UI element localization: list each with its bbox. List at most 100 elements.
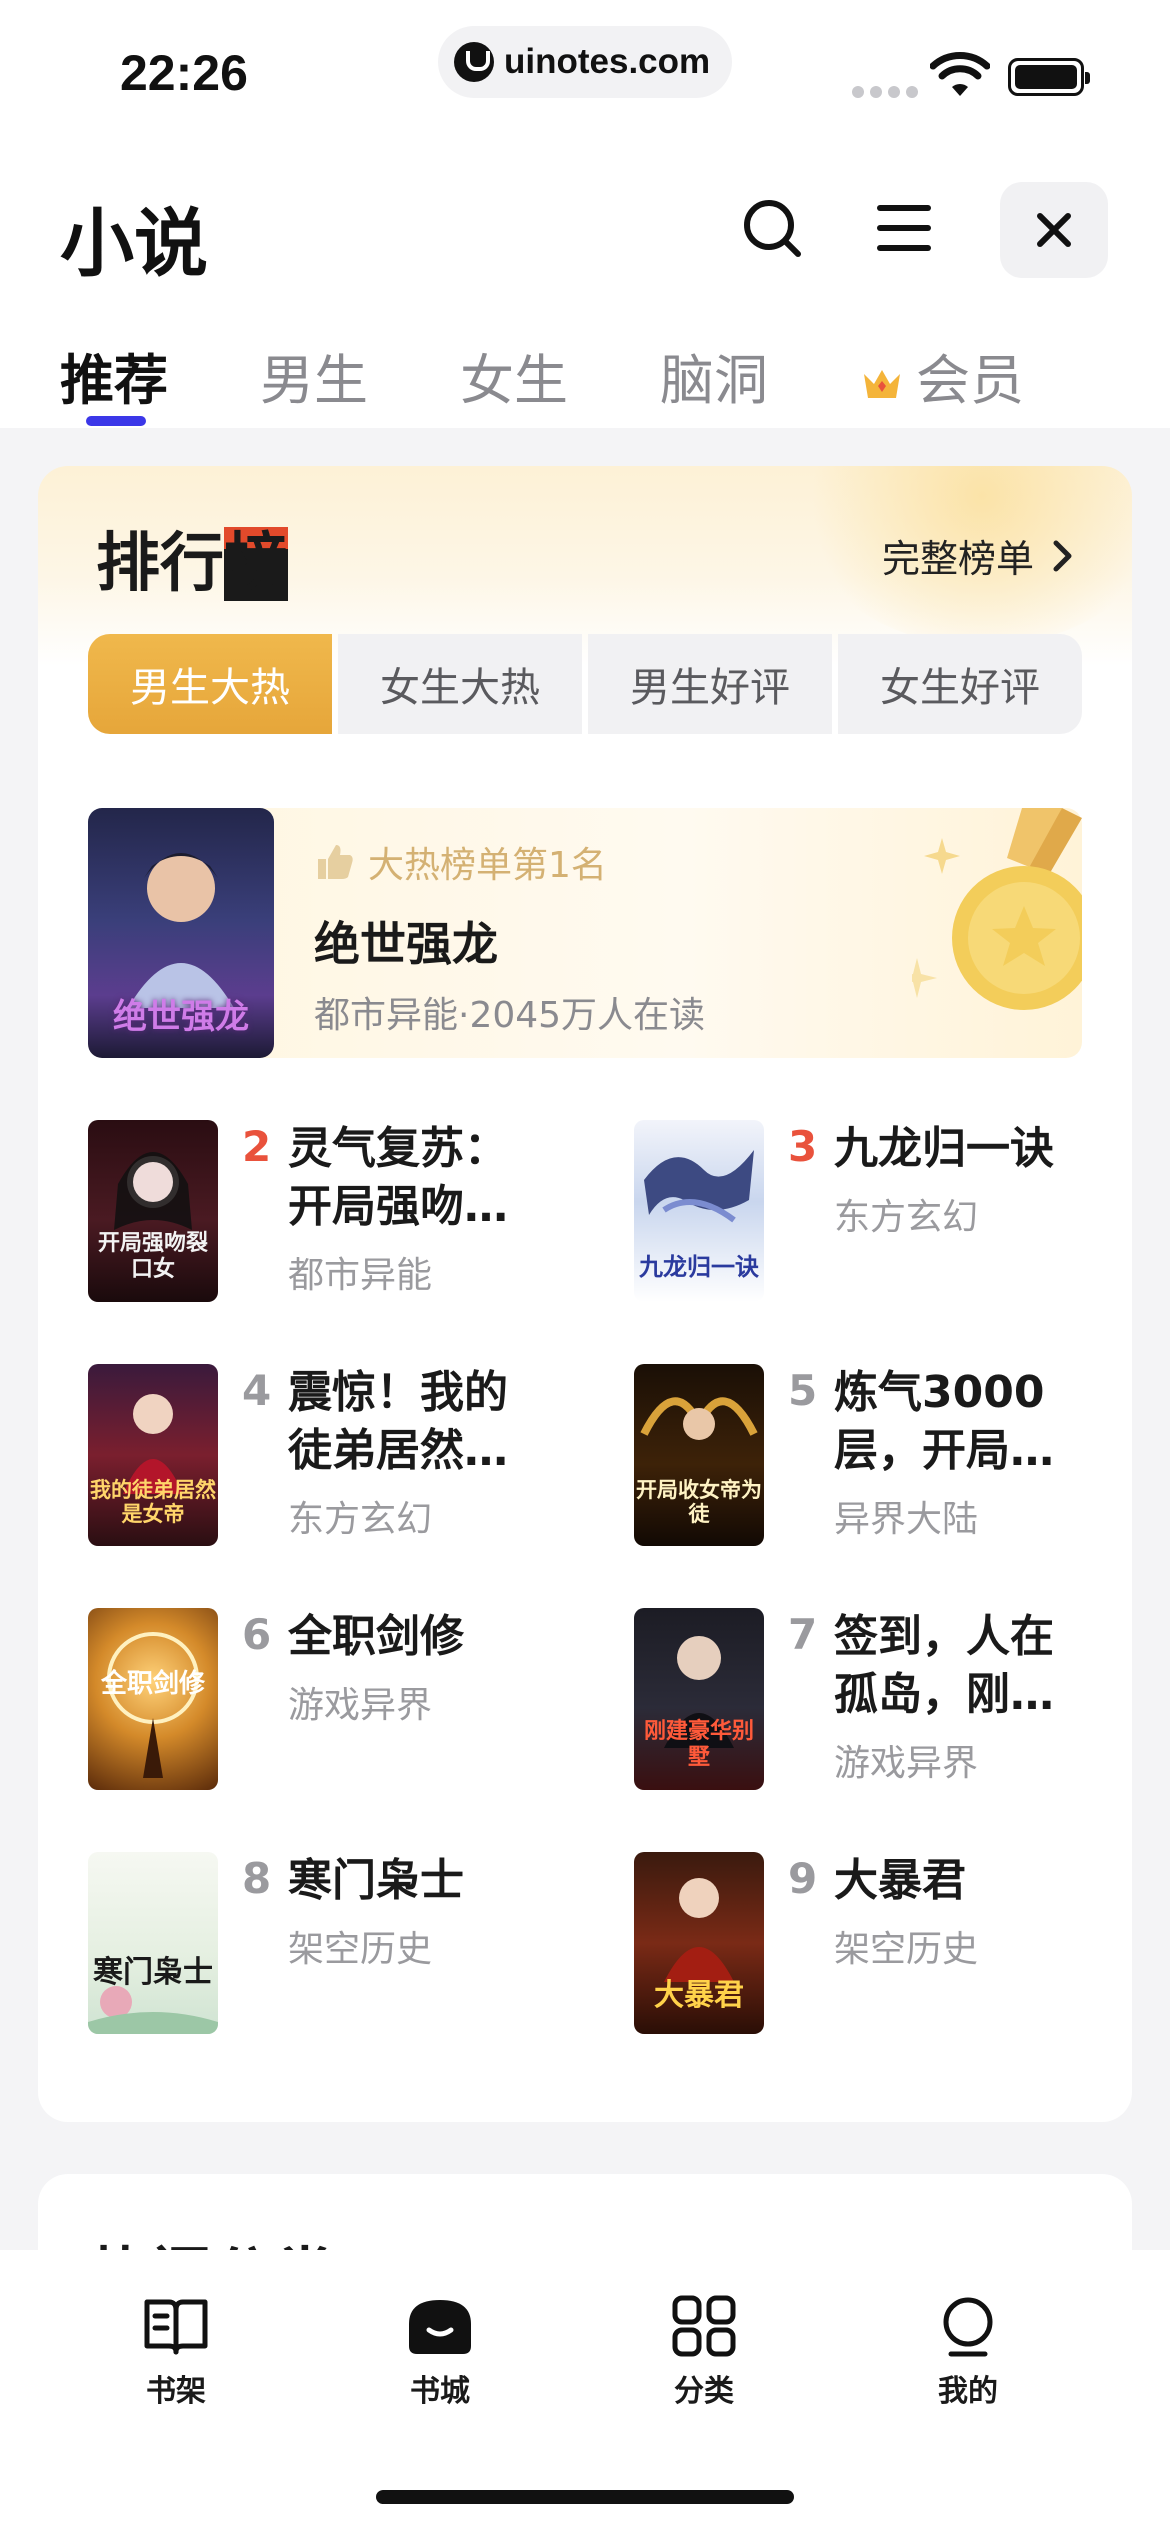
battery-icon	[1008, 58, 1090, 96]
status-time: 22:26	[120, 45, 248, 101]
tab-brainstorm[interactable]: 脑洞	[660, 336, 768, 415]
tab-indicator	[86, 416, 146, 426]
nav-label: 书城	[410, 2374, 470, 2409]
book-item-8[interactable]: 寒门枭士 8 寒门枭士 架空历史	[88, 1852, 588, 2042]
cover-title: 九龙归一诀	[639, 1252, 759, 1281]
top-book-meta: 都市异能·2045万人在读	[314, 995, 706, 1036]
book-item-6[interactable]: 全职剑修 6 全职剑修 游戏异界	[88, 1608, 588, 1798]
cover-title: 寒门枭士	[93, 1955, 213, 1990]
full-list-link[interactable]: 完整榜单	[882, 528, 1074, 583]
tab-recommend[interactable]: 推荐	[60, 336, 168, 415]
category-icon	[672, 2295, 736, 2357]
book-title: 灵气复苏：开局强吻…	[288, 1123, 508, 1232]
book-rank: 5	[788, 1366, 818, 1415]
chevron-right-icon	[1053, 540, 1072, 571]
bookshelf-icon	[144, 2299, 208, 2355]
tab-female[interactable]: 女生	[460, 336, 568, 415]
profile-icon	[943, 2297, 993, 2357]
close-button[interactable]	[1000, 182, 1108, 278]
cover-title: 我的徒弟居然是女帝	[90, 1477, 216, 1526]
book-rank: 3	[788, 1122, 818, 1171]
book-rank: 2	[242, 1122, 272, 1171]
full-list-label: 完整榜单	[881, 537, 1034, 581]
book-cover: 大暴君	[634, 1852, 764, 2034]
menu-icon[interactable]	[872, 196, 936, 260]
book-cover: 全职剑修	[88, 1608, 218, 1790]
tab-vip-label: 会员	[916, 349, 1024, 412]
thumbs-up-icon	[318, 845, 353, 879]
book-title: 全职剑修	[288, 1611, 464, 1662]
site-logo-icon	[454, 42, 494, 82]
cover-title: 开局收女帝为徒	[636, 1477, 762, 1526]
bookstore-icon	[409, 2300, 471, 2354]
url-text: uinotes.com	[504, 42, 711, 81]
book-cover: 刚建豪华别墅	[634, 1608, 764, 1790]
book-item-9[interactable]: 大暴君 9 大暴君 架空历史	[634, 1852, 1132, 2042]
cover-illustration	[88, 1986, 218, 2034]
ranking-title-accent: 榜	[224, 527, 288, 601]
book-genre: 架空历史	[288, 1929, 433, 1970]
ranking-title: 排行榜	[96, 527, 288, 601]
home-indicator	[376, 2490, 794, 2504]
nav-category[interactable]: 分类	[624, 2294, 784, 2410]
book-genre: 架空历史	[834, 1929, 979, 1970]
book-cover: 绝世强龙	[88, 808, 274, 1058]
book-title: 九龙归一诀	[834, 1123, 1054, 1174]
top-book-card[interactable]: 绝世强龙 大热榜单第1名 绝世强龙 都市异能·2045万人在读	[88, 808, 1082, 1058]
top-book-tag: 大热榜单第1名	[314, 836, 607, 888]
book-rank: 4	[242, 1366, 272, 1415]
book-cover: 我的徒弟居然是女帝	[88, 1364, 218, 1546]
book-item-7[interactable]: 刚建豪华别墅 7 签到，人在孤岛，刚… 游戏异界	[634, 1608, 1132, 1798]
url-pill[interactable]: uinotes.com	[438, 26, 732, 98]
cover-title: 绝世强龙	[113, 997, 249, 1037]
cover-title: 大暴君	[654, 1978, 744, 2013]
segment-female-hot[interactable]: 女生大热	[338, 634, 582, 734]
book-cover: 寒门枭士	[88, 1852, 218, 2034]
book-genre: 都市异能	[288, 1255, 433, 1296]
book-genre: 东方玄幻	[834, 1197, 979, 1238]
ranking-segments: 男生大热 女生大热 男生好评 女生好评	[88, 634, 1082, 734]
segment-female-rated[interactable]: 女生好评	[838, 634, 1082, 734]
cellular-signal-icon	[852, 86, 918, 98]
book-title: 大暴君	[834, 1855, 966, 1906]
book-title: 震惊！我的徒弟居然…	[288, 1367, 508, 1476]
book-genre: 东方玄幻	[288, 1499, 433, 1540]
book-item-2[interactable]: 开局强吻裂口女 2 灵气复苏：开局强吻… 都市异能	[88, 1120, 588, 1310]
gold-medal-icon	[912, 808, 1082, 1010]
book-cover: 九龙归一诀	[634, 1120, 764, 1302]
ranking-card: 排行榜 完整榜单 男生大热 女生大热 男生好评 女生好评 绝世强龙 大热榜单第1…	[38, 466, 1132, 2122]
book-genre: 游戏异界	[288, 1685, 433, 1726]
nav-label: 我的	[938, 2374, 998, 2409]
nav-label: 分类	[674, 2374, 734, 2409]
nav-profile[interactable]: 我的	[888, 2294, 1048, 2410]
segment-male-hot[interactable]: 男生大热	[88, 634, 332, 734]
book-rank: 8	[242, 1854, 272, 1903]
cover-title: 全职剑修	[100, 1669, 205, 1699]
book-item-3[interactable]: 九龙归一诀 3 九龙归一诀 东方玄幻	[634, 1120, 1132, 1310]
tab-male[interactable]: 男生	[260, 336, 368, 415]
book-item-5[interactable]: 开局收女帝为徒 5 炼气3000层，开局… 异界大陆	[634, 1364, 1132, 1554]
close-icon	[1037, 213, 1071, 247]
book-genre: 游戏异界	[834, 1743, 979, 1784]
top-book-title: 绝世强龙	[314, 917, 498, 971]
book-cover: 开局收女帝为徒	[634, 1364, 764, 1546]
search-icon[interactable]	[740, 196, 804, 260]
crown-icon	[864, 370, 900, 399]
book-title: 寒门枭士	[288, 1855, 464, 1906]
page-title: 小说	[60, 201, 208, 287]
book-cover: 开局强吻裂口女	[88, 1120, 218, 1302]
tab-vip[interactable]: 会员	[860, 336, 1024, 415]
book-item-4[interactable]: 我的徒弟居然是女帝 4 震惊！我的徒弟居然… 东方玄幻	[88, 1364, 588, 1554]
book-rank: 9	[788, 1854, 818, 1903]
nav-label: 书架	[146, 2374, 206, 2409]
book-rank: 7	[788, 1610, 818, 1659]
book-rank: 6	[242, 1610, 272, 1659]
top-book-tag-text: 大热榜单第1名	[368, 845, 607, 886]
cover-title: 开局强吻裂口女	[97, 1230, 208, 1282]
wifi-icon	[930, 52, 990, 96]
book-genre: 异界大陆	[834, 1499, 979, 1540]
segment-male-rated[interactable]: 男生好评	[588, 634, 832, 734]
nav-bookshelf[interactable]: 书架	[96, 2294, 256, 2410]
nav-bookstore[interactable]: 书城	[360, 2294, 520, 2410]
book-title: 签到，人在孤岛，刚…	[834, 1611, 1054, 1720]
